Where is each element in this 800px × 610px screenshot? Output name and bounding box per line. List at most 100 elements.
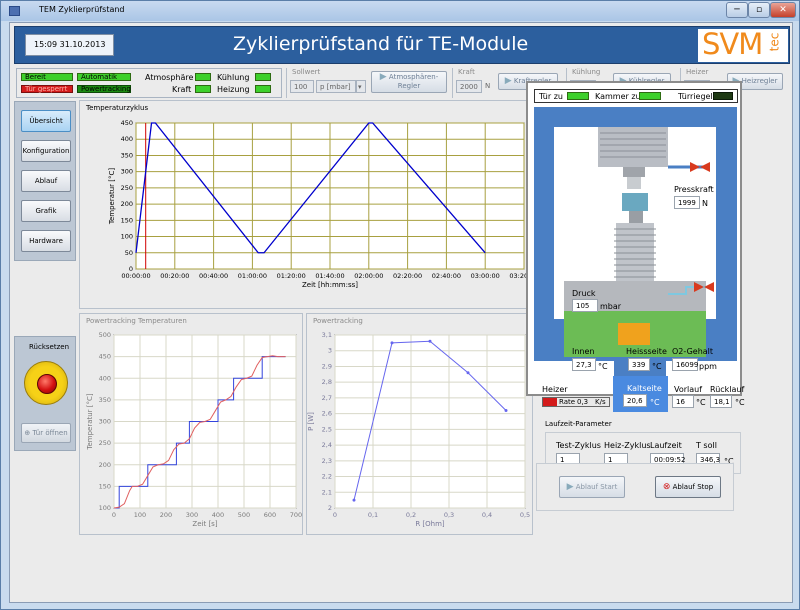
play-icon: ▶ <box>566 482 574 492</box>
ablauf-start-button[interactable]: ▶ Ablauf Start <box>559 476 625 498</box>
label-heizung: Heizung <box>217 85 250 94</box>
rate-field: Rate 0,3 K/s <box>542 397 610 407</box>
status-panel: Bereit Automatik Atmosphäre Kühlung Tür … <box>16 68 282 98</box>
close-button[interactable]: ✕ <box>770 2 796 18</box>
play-icon: ▶ <box>504 76 512 86</box>
heissseite-value: 339 <box>628 358 650 371</box>
ruecklauf-readout: Rücklauf 18,1 °C <box>708 384 748 412</box>
x-tick-label: 00:40:00 <box>199 272 228 280</box>
led-bereit: Bereit <box>21 73 73 81</box>
y-tick-label: 250 <box>121 184 133 192</box>
laufzeit-label: Laufzeit <box>650 441 682 450</box>
nav-uebersicht[interactable]: Übersicht <box>21 110 71 132</box>
x-axis-label: R [Ohm] <box>415 520 445 528</box>
maximize-button[interactable]: ▫ <box>748 2 770 18</box>
kuehlung-label: Kühlung <box>572 68 601 76</box>
x-axis-label: Zeit [hh:mm:ss] <box>302 281 358 289</box>
y-tick-label: 2,3 <box>322 457 332 465</box>
kaltseite-value: 20,6 <box>623 394 647 407</box>
o2-unit: ppm <box>699 362 717 371</box>
page-title: Zyklierprüfstand für TE-Module <box>233 33 529 55</box>
heissseite-label: Heissseite <box>626 347 667 356</box>
x-axis-label: Zeit [s] <box>192 520 217 528</box>
y-tick-label: 2,7 <box>322 394 332 402</box>
x-tick-label: 0,3 <box>444 511 454 519</box>
y-tick-label: 2 <box>328 504 332 512</box>
tuer-oeffnen-button[interactable]: ⊕ Tür öffnen <box>21 423 71 443</box>
tsoll-label: T soll <box>696 441 717 450</box>
x-tick-label: 0 <box>333 511 337 519</box>
temperaturzyklus-chart: 00:00:00 00:20:00 00:40:00 01:00:00 01:20:00… <box>108 119 534 289</box>
heizer-readout: Heizer Rate 0,3 K/s <box>538 384 610 412</box>
minimize-button[interactable]: ─ <box>726 2 748 18</box>
nav-hardware[interactable]: Hardware <box>21 230 71 252</box>
y-tick-label: 200 <box>99 461 111 469</box>
vorlauf-unit: °C <box>696 398 706 407</box>
sollwert-group: Sollwert 100 p [mbar] ▾ ▶ Atmosphären-Re… <box>286 68 450 98</box>
y-tick-label: 200 <box>121 200 133 208</box>
y-tick-label: 500 <box>99 331 111 339</box>
sollwert-unit-select[interactable]: p [mbar] <box>316 80 356 93</box>
kraft-input[interactable]: 2000 <box>456 80 482 93</box>
y-axis-label: Temperatur [°C] <box>108 168 116 226</box>
svmtec-logo: SVM tec <box>698 27 788 62</box>
test-zyklus-label: Test-Zyklus <box>556 441 601 450</box>
y-tick-label: 3 <box>328 347 332 355</box>
sollwert-input[interactable]: 100 <box>290 80 314 93</box>
red-button-icon <box>37 374 57 394</box>
x-tick-label: 100 <box>134 511 146 519</box>
x-tick-label: 02:40:00 <box>432 272 461 280</box>
kraft-label: Kraft <box>458 68 475 76</box>
innen-label: Innen <box>572 347 595 356</box>
data-point <box>390 341 394 345</box>
y-tick-label: 50 <box>125 249 133 257</box>
label-kuehlung: Kühlung <box>217 73 250 82</box>
innen-value: 27,3 <box>572 358 596 371</box>
ruecklauf-unit: °C <box>735 398 745 407</box>
y-tick-label: 2,2 <box>322 473 332 481</box>
header-bar: 15:09 31.10.2013 Zyklierprüfstand für TE… <box>14 26 790 64</box>
chevron-down-icon[interactable]: ▾ <box>356 80 366 93</box>
machine-diagram: Tür zu Kammer zu Türriegel Presskraft 19… <box>526 81 742 396</box>
y-tick-label: 2,5 <box>322 425 332 433</box>
x-tick-label: 300 <box>186 511 198 519</box>
y-tick-label: 3,1 <box>322 331 332 339</box>
x-tick-label: 0 <box>112 511 116 519</box>
ruecklauf-value: 18,1 <box>710 395 732 408</box>
druck-unit: mbar <box>600 302 622 311</box>
x-tick-label: 700 <box>290 511 302 519</box>
led-automatik: Automatik <box>77 73 131 81</box>
atmosphaeren-regler-button[interactable]: ▶ Atmosphären-Regler <box>371 71 447 93</box>
heizer-label: Heizer <box>542 385 568 394</box>
door-icon: ⊕ <box>24 429 31 437</box>
nav-grafik[interactable]: Grafik <box>21 200 71 222</box>
ablauf-stop-button[interactable]: ⊗ Ablauf Stop <box>655 476 721 498</box>
data-point <box>352 498 356 502</box>
y-tick-label: 300 <box>121 168 133 176</box>
led-kuehlung <box>255 73 271 81</box>
emergency-reset-button[interactable] <box>24 361 68 405</box>
nav-konfiguration[interactable]: Konfiguration <box>21 140 71 162</box>
kaltseite-unit: °C <box>650 398 660 407</box>
x-tick-label: 400 <box>212 511 224 519</box>
y-tick-label: 2,6 <box>322 410 332 418</box>
temperaturzyklus-panel: Temperaturzyklus 00:00:00 00:20:00 00:40:0… <box>79 100 534 309</box>
y-tick-label: 450 <box>99 353 111 361</box>
led-kraft <box>195 85 211 93</box>
y-tick-label: 350 <box>99 396 111 404</box>
x-tick-label: 600 <box>264 511 276 519</box>
x-tick-label: 00:00:00 <box>121 272 150 280</box>
x-tick-label: 500 <box>238 511 250 519</box>
sollwert-label: Sollwert <box>292 68 321 76</box>
x-tick-label: 00:20:00 <box>160 272 189 280</box>
druck-label: Druck <box>572 289 596 298</box>
y-axis-label: P [W] <box>307 412 315 431</box>
y-tick-label: 150 <box>99 482 111 490</box>
y-tick-label: 2,4 <box>322 441 332 449</box>
x-tick-label: 01:20:00 <box>277 272 306 280</box>
led-heizung <box>255 85 271 93</box>
vorlauf-value: 16 <box>672 395 694 408</box>
plot-area <box>334 334 526 509</box>
nav-ablauf[interactable]: Ablauf <box>21 170 71 192</box>
heissseite-unit: °C <box>652 362 662 371</box>
